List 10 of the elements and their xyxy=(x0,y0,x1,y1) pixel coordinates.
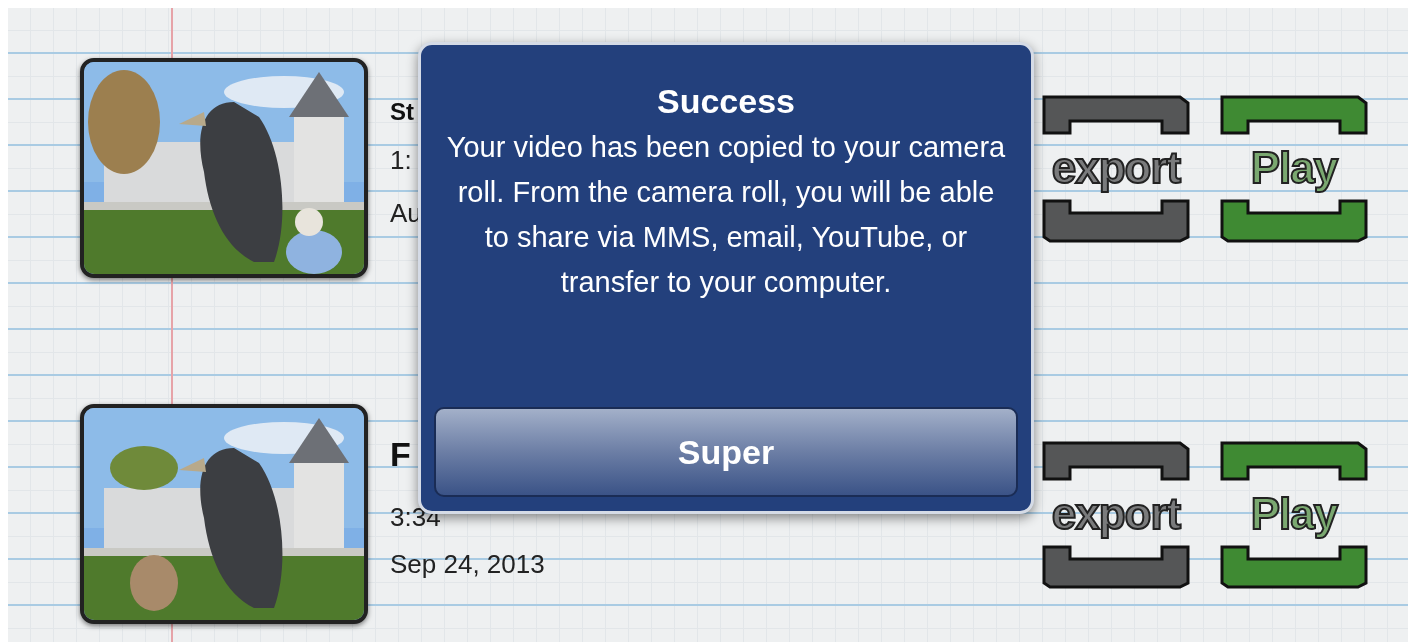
video-title: F xyxy=(390,434,411,474)
video-title: St xyxy=(390,97,414,127)
play-button[interactable]: Play xyxy=(1218,93,1370,243)
play-button[interactable]: Play xyxy=(1218,439,1370,589)
video-date: Sep 24, 2013 xyxy=(390,548,545,581)
video-duration: 1: xyxy=(390,144,412,177)
super-button[interactable]: Super xyxy=(434,407,1018,497)
alert-message: Your video has been copied to your camera roll. From the camera roll, you will be able to share via MMS, email, YouTube, or transfer to your computer. xyxy=(446,130,1006,300)
export-button[interactable]: export xyxy=(1040,93,1192,243)
alert-title: Success xyxy=(657,81,795,121)
